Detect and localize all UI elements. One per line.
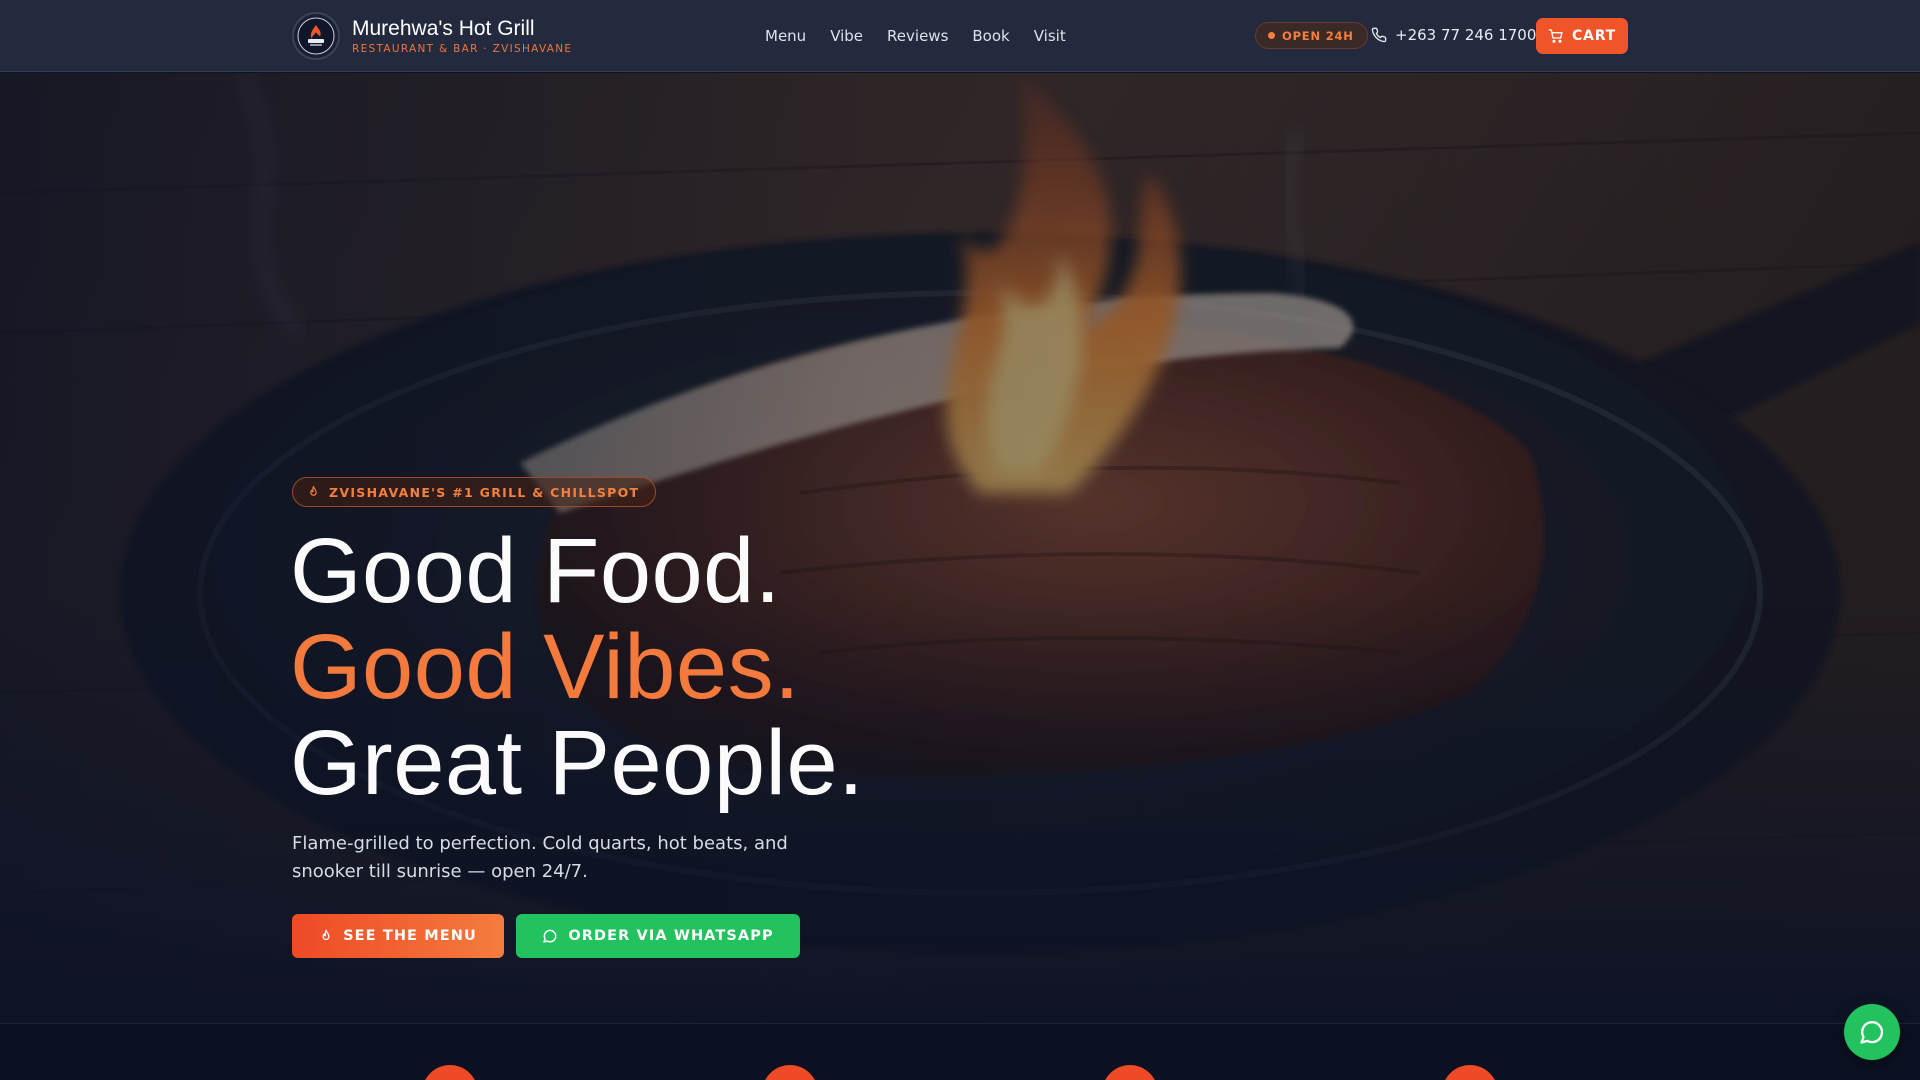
feature-icon-1 bbox=[422, 1065, 478, 1080]
nav-link-book[interactable]: Book bbox=[972, 26, 1009, 46]
features-strip bbox=[0, 1023, 1920, 1080]
chat-bubble-icon bbox=[543, 929, 557, 943]
brand-subtitle: RESTAURANT & BAR · ZVISHAVANE bbox=[352, 42, 573, 55]
main-nav: Menu Vibe Reviews Book Visit bbox=[765, 26, 1066, 46]
status-dot-icon bbox=[1268, 32, 1275, 39]
nav-link-vibe[interactable]: Vibe bbox=[830, 26, 863, 46]
nav-link-visit[interactable]: Visit bbox=[1034, 26, 1066, 46]
cart-button[interactable]: CART bbox=[1536, 18, 1628, 54]
hero-section: ZVISHAVANE'S #1 GRILL & CHILLSPOT Good F… bbox=[0, 73, 1920, 1023]
flame-icon bbox=[310, 485, 317, 496]
order-whatsapp-button[interactable]: ORDER VIA WHATSAPP bbox=[516, 914, 800, 958]
phone-number: +263 77 246 1700 bbox=[1395, 26, 1537, 44]
hero-tagline-badge: ZVISHAVANE'S #1 GRILL & CHILLSPOT bbox=[292, 477, 657, 507]
phone-icon bbox=[1371, 27, 1387, 43]
see-menu-button[interactable]: SEE THE MENU bbox=[292, 914, 504, 958]
open-status-label: OPEN 24H bbox=[1282, 28, 1354, 43]
hero-description: Flame-grilled to perfection. Cold quarts… bbox=[292, 833, 788, 882]
order-whatsapp-label: ORDER VIA WHATSAPP bbox=[568, 928, 774, 944]
see-menu-label: SEE THE MENU bbox=[343, 928, 477, 944]
top-navbar: Murehwa's Hot Grill RESTAURANT & BAR · Z… bbox=[0, 0, 1920, 72]
hero-background-image bbox=[0, 73, 1920, 1023]
grill-logo-icon bbox=[292, 12, 340, 60]
nav-link-reviews[interactable]: Reviews bbox=[887, 26, 948, 46]
whatsapp-chat-button[interactable] bbox=[1844, 1004, 1900, 1060]
whatsapp-chat-icon bbox=[1860, 1021, 1884, 1044]
phone-link[interactable]: +263 77 246 1700 bbox=[1371, 24, 1536, 46]
hero-headline-line-1: Good Food. bbox=[290, 520, 781, 622]
feature-icon-4 bbox=[1442, 1065, 1498, 1080]
flame-icon bbox=[322, 929, 330, 941]
brand[interactable]: Murehwa's Hot Grill RESTAURANT & BAR · Z… bbox=[292, 12, 572, 60]
cart-icon bbox=[1548, 29, 1563, 43]
hero-tagline-text: ZVISHAVANE'S #1 GRILL & CHILLSPOT bbox=[329, 484, 640, 500]
brand-name: Murehwa's Hot Grill bbox=[352, 16, 535, 40]
feature-icon-3 bbox=[1102, 1065, 1158, 1080]
brand-text: Murehwa's Hot Grill RESTAURANT & BAR · Z… bbox=[352, 17, 572, 56]
feature-icon-2 bbox=[762, 1065, 818, 1080]
cart-label: CART bbox=[1571, 28, 1616, 44]
hero-headline-line-3: Great People. bbox=[290, 712, 865, 814]
hero-headline-line-2: Good Vibes. bbox=[290, 616, 801, 718]
nav-link-menu[interactable]: Menu bbox=[765, 26, 806, 46]
open-status-badge: OPEN 24H bbox=[1255, 22, 1368, 49]
